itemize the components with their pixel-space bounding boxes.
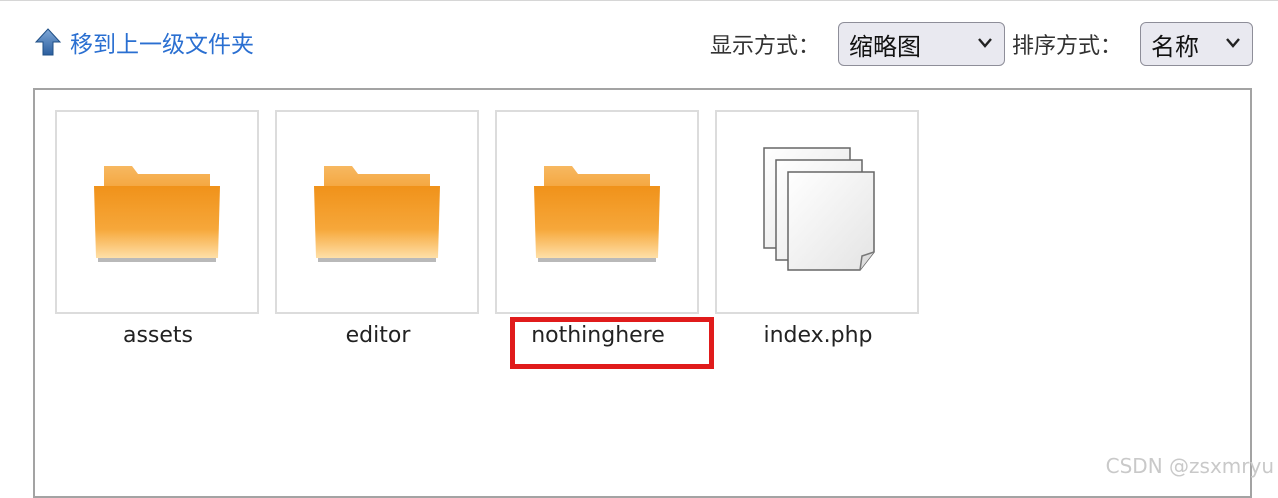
file-item-index-php[interactable]: index.php [715, 110, 921, 350]
file-browser-panel: assets editor nothinghere index.php [33, 88, 1252, 498]
file-item-assets[interactable]: assets [55, 110, 261, 350]
sort-select[interactable]: 名称 [1140, 22, 1253, 66]
file-name: assets [122, 323, 194, 348]
thumbnail [55, 110, 259, 314]
thumbnail [495, 110, 699, 314]
display-mode-select[interactable]: 缩略图 [838, 22, 1005, 66]
highlight-box [510, 317, 714, 369]
sort-label: 排序方式： [1012, 34, 1123, 59]
thumbnail [715, 110, 919, 314]
file-item-nothinghere[interactable]: nothinghere [495, 110, 701, 350]
up-arrow-icon [34, 28, 62, 56]
sort-value: 名称 [1151, 32, 1199, 61]
thumbnail [275, 110, 479, 314]
display-mode-label: 显示方式： [710, 34, 821, 59]
up-folder-label: 移到上一级文件夹 [70, 32, 254, 58]
display-mode-value: 缩略图 [849, 32, 921, 61]
folder-icon [534, 166, 660, 262]
file-stack-icon [763, 147, 875, 271]
up-folder-link[interactable]: 移到上一级文件夹 [34, 24, 254, 60]
chevron-down-icon [978, 38, 992, 48]
watermark: CSDN @zsxmryu [1105, 454, 1274, 478]
file-item-editor[interactable]: editor [275, 110, 481, 350]
folder-icon [94, 166, 220, 262]
toolbar: 移到上一级文件夹 显示方式： 缩略图 排序方式： 名称 [0, 0, 1278, 88]
file-name: editor [345, 323, 411, 348]
folder-icon [314, 166, 440, 262]
chevron-down-icon [1226, 38, 1240, 48]
file-name: index.php [763, 323, 873, 348]
